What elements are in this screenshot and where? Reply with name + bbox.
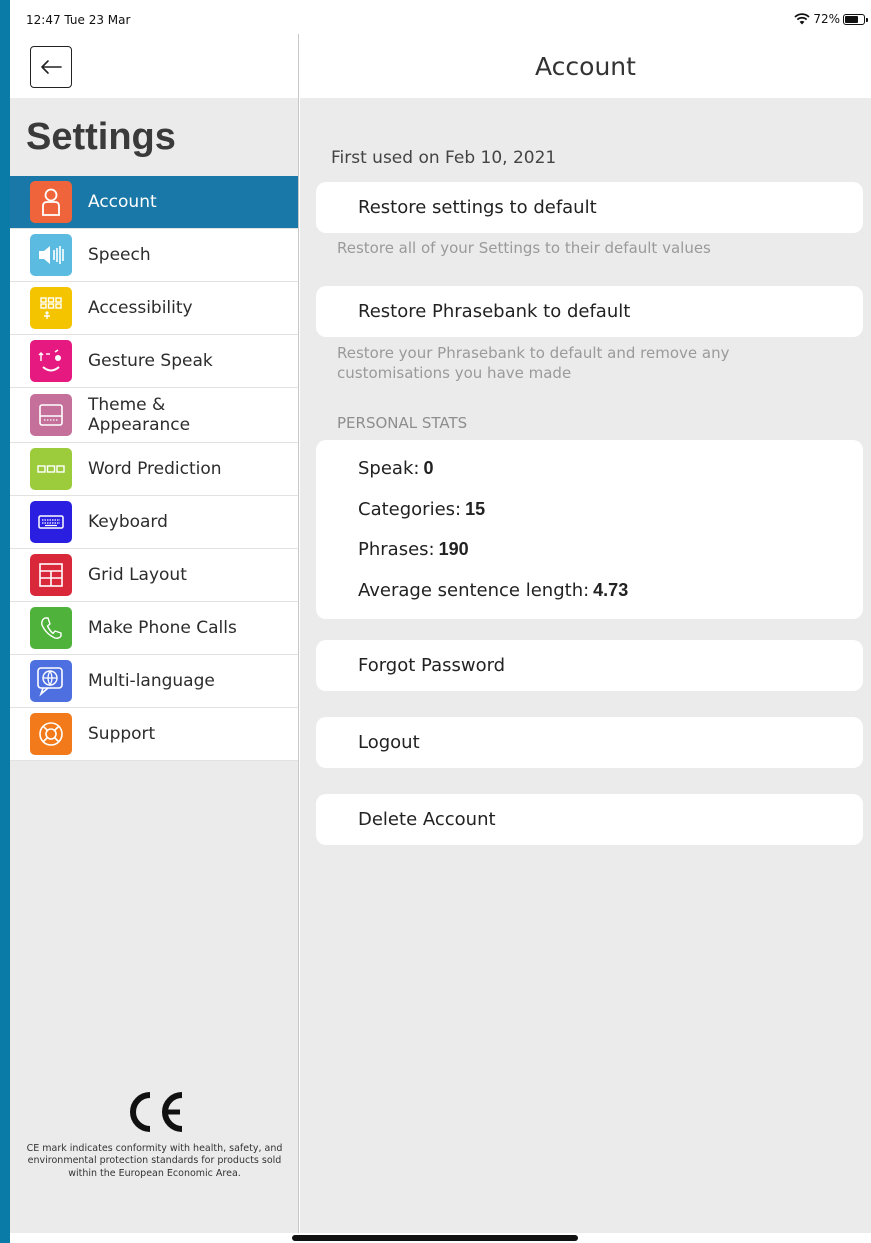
stat-average-sentence-length: Average sentence length: 4.73 [358,580,629,601]
sidebar-item-label: Gesture Speak [88,350,213,371]
sidebar-item-grid-layout[interactable]: Grid Layout [10,549,298,602]
stat-phrases: Phrases: 190 [358,539,469,560]
settings-title: Settings [26,116,176,158]
sidebar-item-label: Keyboard [88,511,168,532]
first-used-date: First used on Feb 10, 2021 [331,148,557,168]
person-icon [30,181,72,223]
delete-account-label: Delete Account [358,809,496,830]
restore-settings-button[interactable]: Restore settings to default [316,182,863,233]
home-indicator [292,1235,578,1241]
ce-description: CE mark indicates conformity with health… [26,1143,283,1179]
ce-mark-icon [129,1092,182,1132]
stat-speak: Speak: 0 [358,458,434,479]
battery-fill [845,15,858,23]
ce-notice: CE mark indicates conformity with health… [10,1089,299,1180]
status-bar: 12:47 Tue 23 Mar 72% [10,0,871,34]
sidebar-item-label: Theme & Appearance [88,394,191,435]
sidebar-item-label: Grid Layout [88,564,187,585]
settings-menu: Account Speech Accessibility Gesture Speak T… [10,176,298,761]
speaker-icon [30,234,72,276]
sidebar-item-label: Support [88,723,156,744]
sidebar-item-account[interactable]: Account [10,176,298,229]
lifebuoy-icon [30,713,72,755]
sidebar-item-speech[interactable]: Speech [10,229,298,282]
account-panel: Account First used on Feb 10, 2021 Resto… [300,34,871,1233]
logout-label: Logout [358,732,420,753]
theme-icon [30,394,72,436]
arrow-left-icon [41,60,62,74]
delete-account-button[interactable]: Delete Account [316,794,863,845]
battery-icon [843,13,868,25]
sidebar-item-label: Accessibility [88,297,193,318]
back-button[interactable] [30,46,72,88]
sidebar-item-word-prediction[interactable]: Word Prediction [10,443,298,496]
forgot-password-label: Forgot Password [358,655,506,676]
sidebar-item-gesture-speak[interactable]: Gesture Speak [10,335,298,388]
restore-settings-label: Restore settings to default [358,197,597,218]
sidebar-item-multi-language[interactable]: Multi-language [10,655,298,708]
sidebar-item-label: Account [88,191,157,212]
main-header: Account [300,34,871,98]
restore-phrasebank-help: Restore your Phrasebank to default and r… [337,344,730,382]
sidebar-item-make-phone-calls[interactable]: Make Phone Calls [10,602,298,655]
status-time: 12:47 Tue 23 Mar [26,13,131,27]
stat-categories: Categories: 15 [358,499,486,520]
restore-phrasebank-button[interactable]: Restore Phrasebank to default [316,286,863,337]
sidebar-item-label: Speech [88,244,151,265]
page-title: Account [535,51,636,81]
logout-button[interactable]: Logout [316,717,863,768]
keyboard-icon [30,501,72,543]
grid-icon [30,554,72,596]
word-prediction-icon [30,448,72,490]
wifi-icon [794,13,810,25]
gesture-face-icon [30,340,72,382]
personal-stats-card: Speak: 0 Categories: 15 Phrases: 190 Averag… [316,440,863,619]
restore-phrasebank-label: Restore Phrasebank to default [358,301,631,322]
sidebar-item-label: Multi-language [88,670,215,691]
sidebar-item-accessibility[interactable]: Accessibility [10,282,298,335]
globe-icon [30,660,72,702]
restore-settings-help: Restore all of your Settings to their de… [337,239,711,257]
tablet-screen: 12:47 Tue 23 Mar 72% Settings Account Spe… [10,0,871,1243]
settings-sidebar: Settings Account Speech Accessibility Gestu… [10,34,299,1233]
sidebar-item-keyboard[interactable]: Keyboard [10,496,298,549]
personal-stats-heading: PERSONAL STATS [337,414,468,432]
battery-percent: 72% [813,12,840,26]
sidebar-item-label: Make Phone Calls [88,617,237,638]
status-indicators: 72% [794,12,868,26]
sidebar-item-support[interactable]: Support [10,708,298,761]
sidebar-header [10,34,298,98]
phone-icon [30,607,72,649]
sidebar-item-label: Word Prediction [88,458,222,479]
accessibility-grid-icon [30,287,72,329]
forgot-password-button[interactable]: Forgot Password [316,640,863,691]
sidebar-item-theme-appearance[interactable]: Theme & Appearance [10,388,298,443]
